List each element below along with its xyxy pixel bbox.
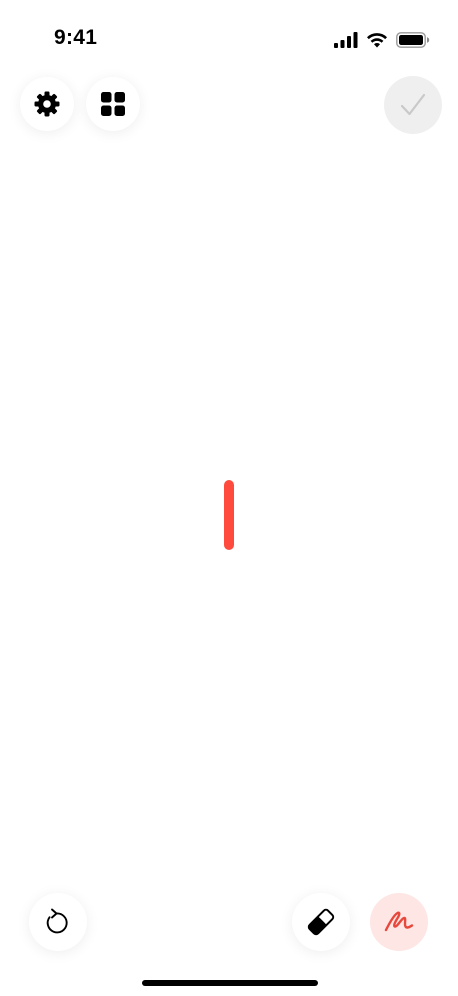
- status-time: 9:41: [54, 26, 98, 49]
- confirm-button[interactable]: [384, 76, 442, 134]
- battery-icon: [396, 32, 430, 48]
- status-icons: [334, 30, 430, 50]
- home-indicator[interactable]: [142, 980, 318, 986]
- checkmark-icon: [400, 93, 426, 116]
- grid-view-button[interactable]: [86, 77, 140, 131]
- undo-button[interactable]: [29, 893, 87, 951]
- grid-icon: [101, 92, 125, 116]
- status-bar: 9:41: [0, 0, 458, 70]
- eraser-icon: [307, 908, 335, 936]
- gear-icon: [34, 91, 60, 117]
- undo-icon: [46, 908, 68, 934]
- eraser-button[interactable]: [292, 893, 350, 951]
- pen-button[interactable]: [370, 893, 428, 951]
- settings-button[interactable]: [20, 77, 74, 131]
- wifi-icon: [367, 33, 387, 48]
- drawn-stroke: [224, 480, 234, 550]
- pen-scribble-icon: [384, 911, 414, 932]
- cellular-signal-icon: [334, 32, 358, 48]
